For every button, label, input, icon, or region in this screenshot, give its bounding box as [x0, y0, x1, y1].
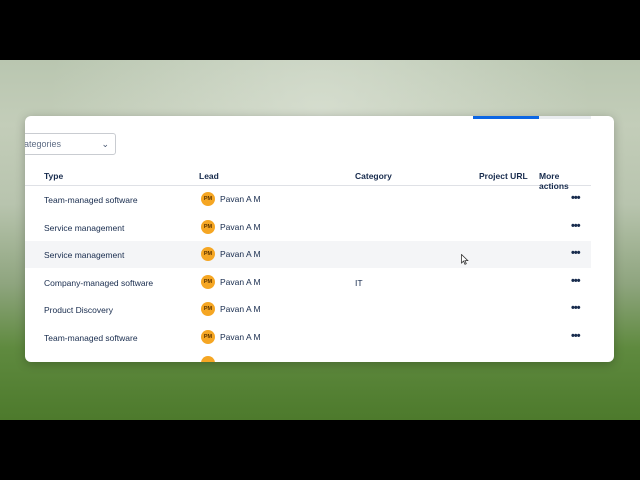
projects-window: ategories ⌄ Type Lead Category Project U… [25, 116, 614, 362]
project-type: Team-managed software [44, 195, 138, 205]
lead-name: Pavan A M [220, 222, 261, 232]
table-row[interactable]: Team-managed software PM Pavan A M ••• [25, 324, 591, 351]
project-lead[interactable]: PM Pavan A M [201, 220, 261, 234]
project-type: Product Discovery [44, 305, 113, 315]
avatar: PM [201, 275, 215, 289]
avatar: PM [201, 302, 215, 316]
avatar: PM [201, 220, 215, 234]
project-type: Team-managed software [44, 333, 138, 343]
project-lead[interactable]: PM Pavan A M [201, 275, 261, 289]
avatar: PM [201, 330, 215, 344]
column-header-type[interactable]: Type [44, 171, 63, 181]
lead-name: Pavan A M [220, 249, 261, 259]
project-lead[interactable]: PM Pavan A M [201, 192, 261, 206]
column-header-project-url: Project URL [479, 171, 528, 181]
active-tab-indicator [473, 116, 539, 119]
table-row[interactable]: Company-managed software PM Pavan A M IT… [25, 269, 591, 296]
avatar: PM [201, 247, 215, 261]
column-header-category[interactable]: Category [355, 171, 392, 181]
more-actions-icon[interactable]: ••• [571, 193, 581, 204]
lead-name: Pavan A M [220, 304, 261, 314]
more-actions-icon[interactable]: ••• [571, 331, 581, 342]
chevron-down-icon: ⌄ [101, 138, 109, 149]
categories-filter[interactable]: ategories ⌄ [25, 133, 116, 155]
project-lead [201, 356, 220, 362]
table-row[interactable]: Team-managed software PM Pavan A M ••• [25, 186, 591, 213]
project-lead[interactable]: PM Pavan A M [201, 330, 261, 344]
inactive-tab-indicator [539, 116, 591, 119]
avatar: PM [201, 192, 215, 206]
lead-name: Pavan A M [220, 194, 261, 204]
more-actions-icon[interactable]: ••• [571, 248, 581, 259]
project-lead[interactable]: PM Pavan A M [201, 302, 261, 316]
project-type: Service management [44, 223, 125, 233]
column-header-lead[interactable]: Lead [199, 171, 219, 181]
project-category: IT [355, 278, 363, 288]
lead-name: Pavan A M [220, 332, 261, 342]
table-row[interactable]: Product Discovery PM Pavan A M ••• [25, 296, 591, 323]
avatar [201, 356, 215, 362]
more-actions-icon[interactable]: ••• [571, 276, 581, 287]
project-type: Company-managed software [44, 278, 154, 288]
categories-filter-label: ategories [25, 139, 62, 149]
table-row-partial [25, 356, 591, 362]
project-type: Service management [44, 250, 125, 260]
lead-name: Pavan A M [220, 277, 261, 287]
desktop-background: ategories ⌄ Type Lead Category Project U… [0, 60, 640, 420]
table-row[interactable]: Service management PM Pavan A M ••• [25, 241, 591, 268]
table-row[interactable]: Service management PM Pavan A M ••• [25, 214, 591, 241]
table-header: Type Lead Category Project URL More acti… [25, 166, 591, 191]
project-lead[interactable]: PM Pavan A M [201, 247, 261, 261]
more-actions-icon[interactable]: ••• [571, 221, 581, 232]
more-actions-icon[interactable]: ••• [571, 303, 581, 314]
